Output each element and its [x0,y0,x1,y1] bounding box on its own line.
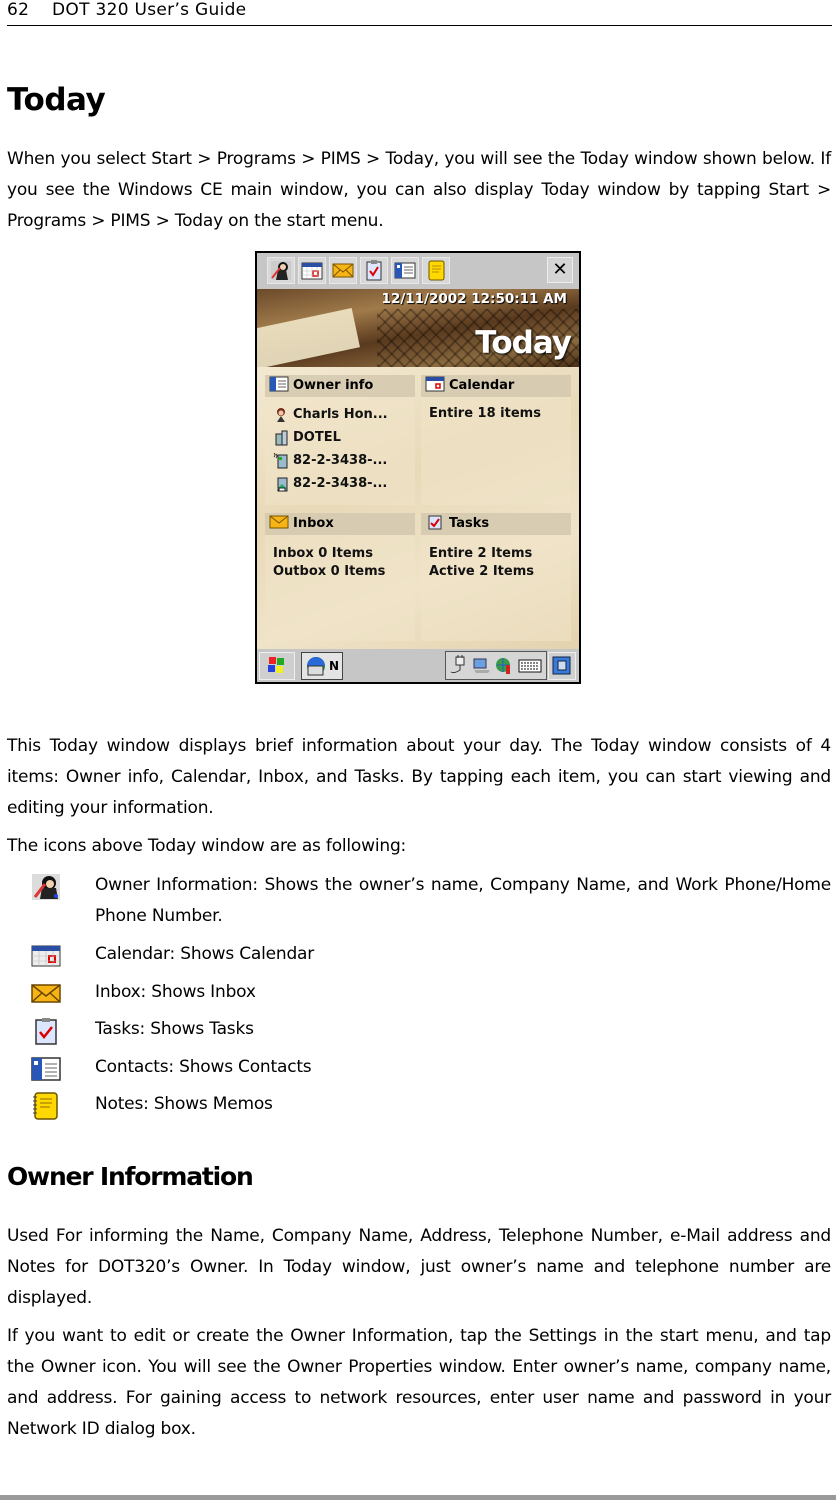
tasks-panel[interactable]: Tasks Entire 2 Items Active 2 Items [421,513,571,641]
owner-info-description: Owner Information: Shows the owner’s nam… [95,875,831,926]
home-phone-row: 82-2-3438-... [273,472,415,495]
keyboard-icon[interactable] [518,659,542,673]
section-heading-today: Today [7,82,106,118]
list-item: Inbox: Shows Inbox [0,977,836,1015]
work-phone-row: 82-2-3438-... [273,449,415,472]
tasks-total: Entire 2 Items [429,546,533,561]
calendar-title: Calendar [449,378,515,393]
intro-paragraph: When you select Start > Programs > PIMS … [7,149,831,231]
active-app-label: N [329,659,340,673]
close-button[interactable]: ✕ [547,257,573,283]
owner-info-panel[interactable]: Owner info Charls Hon... DOTEL 82-2-3438… [265,375,415,505]
inbox-panel[interactable]: Inbox Inbox 0 Items Outbox 0 Items [265,513,415,641]
windows-start-icon [268,657,284,673]
inbox-header[interactable]: Inbox [265,513,415,535]
list-item: Calendar: Shows Calendar [0,939,836,977]
contacts-icon [269,376,289,392]
tasks-header[interactable]: Tasks [421,513,571,535]
banner-paper-graphic [257,308,360,367]
tasks-title: Tasks [449,516,490,531]
calendar-summary: Entire 18 items [429,406,541,421]
list-item: Owner Information: Shows the owner’s nam… [0,870,836,939]
inbox-icon [269,514,289,530]
company-row: DOTEL [273,426,415,449]
owner-name-row: Charls Hon... [273,403,415,426]
inbox-title: Inbox [293,516,334,531]
owner-info-title: Owner info [293,378,374,393]
document-title: DOT 320 User’s Guide [52,0,247,20]
show-desktop-button[interactable] [548,652,576,680]
network-icon[interactable] [472,656,492,676]
show-desktop-icon [552,656,571,675]
tasks-icon [425,514,445,530]
calendar-panel[interactable]: Calendar Entire 18 items [421,375,571,505]
owner-info-paragraph-1: Used For informing the Name, Company Nam… [7,1226,831,1308]
outbox-count: Outbox 0 Items [273,564,386,579]
start-button[interactable] [259,652,295,680]
list-item: Tasks: Shows Tasks [0,1014,836,1052]
page-number: 62 [7,0,30,20]
notes-description: Notes: Shows Memos [95,1094,273,1114]
power-plug-icon[interactable] [450,654,470,678]
tasks-description: Tasks: Shows Tasks [95,1019,254,1039]
tasks-active: Active 2 Items [429,564,534,579]
today-window-screenshot: ✕ 12/11/2002 12:50:11 AM Today Owner inf… [255,251,581,684]
contacts-icon[interactable] [391,257,419,284]
company-icon [273,430,289,446]
date-time: 12/11/2002 12:50:11 AM [381,291,567,307]
today-toolbar: ✕ [257,253,579,289]
tasks-icon [30,1016,62,1046]
inbox-count: Inbox 0 Items [273,546,373,561]
tasks-icon[interactable] [360,257,388,284]
section-heading-owner-information: Owner Information [7,1162,254,1191]
owner-info-icon [30,872,62,902]
notes-icon [30,1091,62,1121]
company-name: DOTEL [293,430,341,445]
footer-bar [0,1495,836,1500]
calendar-description: Calendar: Shows Calendar [95,944,315,964]
icon-legend-list: Owner Information: Shows the owner’s nam… [0,870,836,1127]
icons-intro: The icons above Today window are as foll… [7,836,407,856]
work-phone-icon [273,453,289,469]
contacts-description: Contacts: Shows Contacts [95,1056,312,1077]
inbox-icon[interactable] [329,257,357,284]
notes-icon[interactable] [422,257,450,284]
page-header: 62 DOT 320 User’s Guide [7,0,832,26]
owner-info-icon[interactable] [267,257,295,284]
list-item: Notes: Shows Memos [0,1089,836,1127]
connection-icon[interactable] [494,655,514,677]
calendar-header[interactable]: Calendar [421,375,571,397]
home-phone: 82-2-3438-... [293,476,388,491]
taskbar: N [257,649,579,682]
calendar-icon [425,376,445,392]
calendar-icon[interactable] [298,257,326,284]
inbox-description: Inbox: Shows Inbox [95,981,256,1002]
work-phone: 82-2-3438-... [293,453,388,468]
inbox-icon [30,979,62,1009]
owner-info-paragraph-2: If you want to edit or create the Owner … [7,1326,831,1439]
list-item: Contacts: Shows Contacts [0,1052,836,1090]
owner-info-header[interactable]: Owner info [265,375,415,397]
person-icon [273,407,289,423]
contacts-icon [30,1054,62,1084]
today-banner: 12/11/2002 12:50:11 AM Today [257,289,579,367]
today-title: Today [475,325,572,361]
owner-name: Charls Hon... [293,407,388,422]
calendar-icon [30,941,62,971]
description-paragraph: This Today window displays brief informa… [7,736,831,818]
active-app-button[interactable]: N [301,652,343,680]
today-content: Owner info Charls Hon... DOTEL 82-2-3438… [257,367,579,649]
system-tray [445,651,547,680]
home-phone-icon [273,476,289,492]
